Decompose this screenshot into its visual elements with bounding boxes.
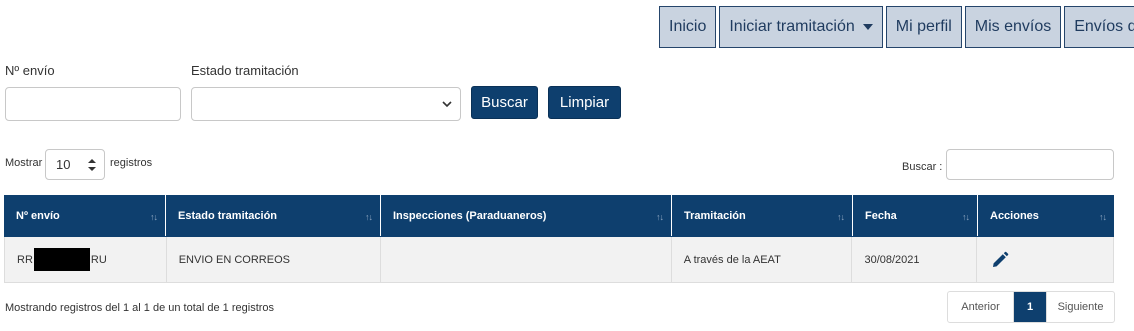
clear-button[interactable]: Limpiar xyxy=(548,86,621,119)
table-header: Nº envío ↑↓ Estado tramitación ↑↓ Inspecci… xyxy=(4,195,1114,237)
nav-inicio-label: Inicio xyxy=(669,18,707,35)
nav-mis-envios[interactable]: Mis envíos xyxy=(964,6,1062,48)
sort-icon: ↑↓ xyxy=(1099,212,1107,222)
column-fecha-label: Fecha xyxy=(865,209,897,222)
column-header-fecha[interactable]: Fecha ↑↓ xyxy=(853,195,978,236)
pagination-current-label: 1 xyxy=(1026,301,1034,313)
clear-button-label: Limpiar xyxy=(559,94,610,111)
search-button[interactable]: Buscar xyxy=(471,86,538,119)
pagination-next-label: Siguiente xyxy=(1057,301,1104,313)
pagination-page-1[interactable]: 1 xyxy=(1014,292,1046,322)
pagination: Anterior 1 Siguiente xyxy=(947,291,1115,323)
nav-mi-perfil-label: Mi perfil xyxy=(895,18,952,35)
cell-fecha: 30/08/2021 xyxy=(852,237,978,282)
column-envio-label: Nº envío xyxy=(16,209,60,222)
sort-icon: ↑↓ xyxy=(365,212,373,222)
table-row: RR RU ENVIO EN CORREOS A través de la AEA… xyxy=(4,237,1114,283)
nav-iniciar-tramitacion[interactable]: Iniciar tramitación xyxy=(719,6,883,48)
cell-tramitacion: A través de la AEAT xyxy=(672,237,853,282)
nav-envios-de-label: Envíos de xyxy=(1074,18,1134,35)
pagination-next[interactable]: Siguiente xyxy=(1046,292,1114,322)
pagination-prev-label: Anterior xyxy=(961,301,1000,313)
cell-acciones xyxy=(977,237,1113,282)
nav-iniciar-tramitacion-label: Iniciar tramitación xyxy=(729,18,855,35)
column-acciones-label: Acciones xyxy=(990,209,1039,222)
fecha-value: 30/08/2021 xyxy=(864,253,920,266)
pagination-prev[interactable]: Anterior xyxy=(948,292,1014,322)
sort-icon: ↑↓ xyxy=(837,212,845,222)
column-header-estado[interactable]: Estado tramitación ↑↓ xyxy=(166,195,381,236)
nav-envios-de[interactable]: Envíos de xyxy=(1064,6,1134,48)
column-tramitacion-label: Tramitación xyxy=(684,209,746,222)
sort-icon: ↑↓ xyxy=(962,212,970,222)
column-header-envio[interactable]: Nº envío ↑↓ xyxy=(4,195,166,236)
envio-suffix: RU xyxy=(90,253,107,266)
envio-prefix: RR xyxy=(17,253,33,266)
column-header-inspecciones[interactable]: Inspecciones (Paraduaneros) ↑↓ xyxy=(381,195,672,236)
sort-icon: ↑↓ xyxy=(150,212,158,222)
envio-label: Nº envío xyxy=(5,63,55,78)
cell-estado: ENVIO EN CORREOS xyxy=(167,237,382,282)
estado-label: Estado tramitación xyxy=(191,63,299,78)
column-header-acciones[interactable]: Acciones ↑↓ xyxy=(978,195,1114,236)
spinner-arrows-icon xyxy=(88,159,96,171)
estado-value: ENVIO EN CORREOS xyxy=(178,253,290,266)
caret-down-icon xyxy=(862,24,873,30)
search-button-label: Buscar xyxy=(481,94,528,111)
nav-mi-perfil[interactable]: Mi perfil xyxy=(885,6,962,48)
sort-icon: ↑↓ xyxy=(656,212,664,222)
page-length-value: 10 xyxy=(56,157,71,172)
page-length-select[interactable]: 10 xyxy=(45,149,105,180)
redaction-block xyxy=(33,248,90,271)
nav-inicio[interactable]: Inicio xyxy=(659,6,717,48)
tramitacion-value: A través de la AEAT xyxy=(683,253,781,266)
estado-select[interactable] xyxy=(191,87,461,121)
table-search-label: Buscar : xyxy=(902,161,943,173)
table-info: Mostrando registros del 1 al 1 de un tot… xyxy=(5,302,275,314)
envios-table: Nº envío ↑↓ Estado tramitación ↑↓ Inspecci… xyxy=(4,195,1114,283)
nav-mis-envios-label: Mis envíos xyxy=(974,18,1052,35)
show-suffix: registros xyxy=(110,157,153,169)
column-inspecciones-label: Inspecciones (Paraduaneros) xyxy=(393,209,547,222)
column-header-tramitacion[interactable]: Tramitación ↑↓ xyxy=(672,195,853,236)
cell-inspecciones xyxy=(381,237,672,282)
envio-input[interactable] xyxy=(5,87,181,121)
table-search-input[interactable] xyxy=(946,149,1114,180)
chevron-down-icon xyxy=(442,101,452,108)
cell-envio: RR RU xyxy=(5,237,167,282)
column-estado-label: Estado tramitación xyxy=(178,209,278,222)
top-nav: Inicio Iniciar tramitación Mi perfil Mis… xyxy=(659,6,1134,48)
show-prefix: Mostrar xyxy=(5,157,43,169)
pencil-icon[interactable] xyxy=(991,251,1009,269)
